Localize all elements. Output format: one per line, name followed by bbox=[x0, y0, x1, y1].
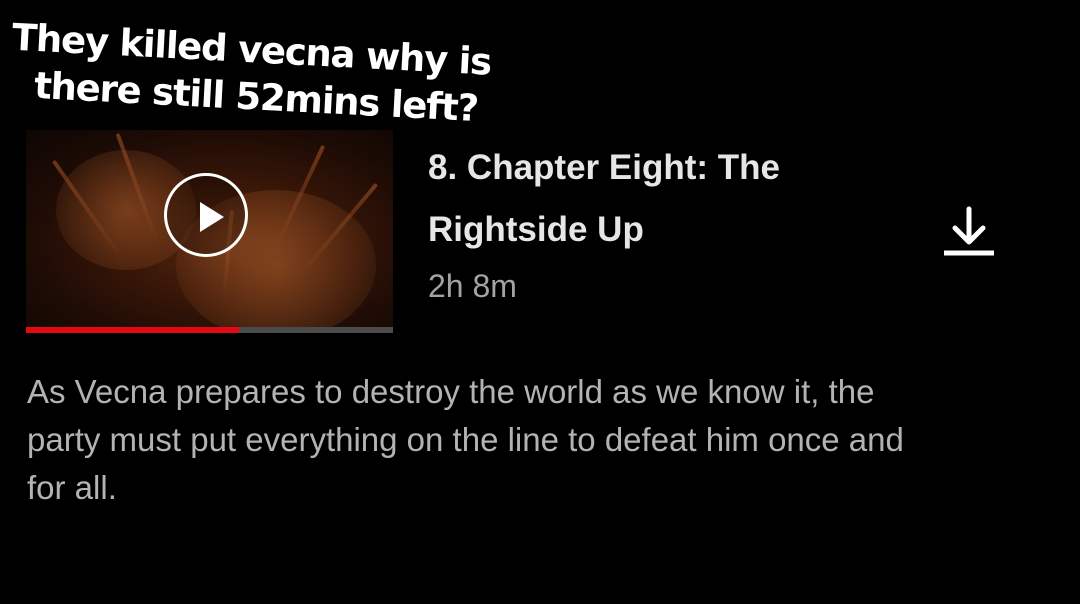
download-icon bbox=[944, 206, 994, 256]
play-button[interactable] bbox=[164, 173, 248, 257]
meme-caption: They killed vecna why is there still 52m… bbox=[0, 14, 519, 135]
watch-progress-fill bbox=[26, 327, 239, 333]
play-icon bbox=[200, 202, 224, 232]
episode-description: As Vecna prepares to destroy the world a… bbox=[27, 373, 904, 506]
episode-title[interactable]: 8. Chapter Eight: The Rightside Up bbox=[428, 137, 888, 261]
watch-progress-bar bbox=[26, 327, 393, 333]
episode-thumbnail[interactable] bbox=[26, 130, 393, 333]
download-button[interactable] bbox=[936, 205, 1002, 261]
episode-duration: 2h 8m bbox=[428, 268, 517, 304]
